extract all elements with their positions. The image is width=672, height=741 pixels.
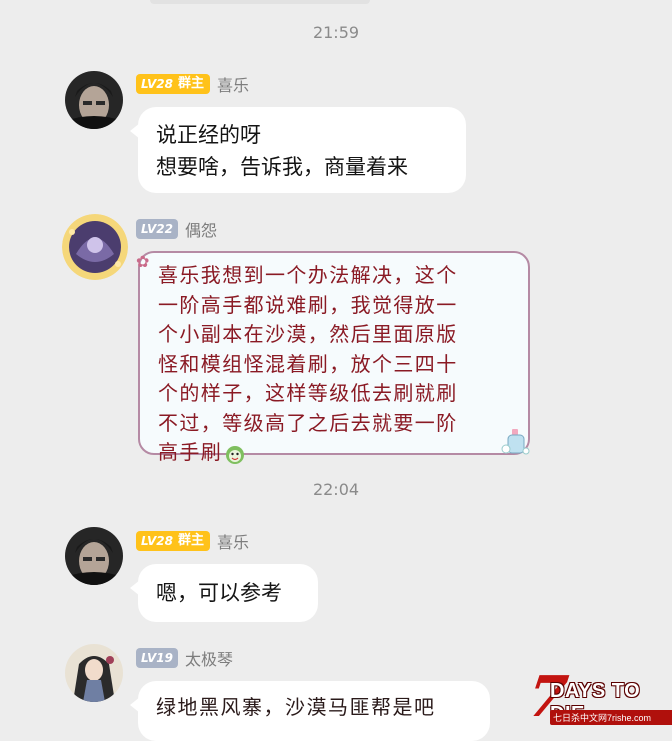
bubble-tail — [130, 123, 140, 139]
message-bubble[interactable]: 嗯，可以参考 — [130, 564, 318, 622]
message-bubble[interactable]: 绿地黑风寨，沙漠马匪帮是吧 — [130, 681, 490, 741]
message-line: 绿地黑风寨，沙漠马匪帮是吧 — [156, 695, 436, 719]
top-scroll-edge — [150, 0, 370, 4]
sender-meta: LV22 偶怨 — [136, 218, 217, 240]
message-line-last: 高手刷 — [158, 438, 514, 468]
sender-name[interactable]: 喜乐 — [217, 529, 249, 553]
message-line: 个小副本在沙漠，然后里面原版 — [158, 322, 458, 346]
group-owner-badge: 群主 — [175, 74, 210, 94]
sender-name[interactable]: 偶怨 — [185, 217, 217, 241]
level-badge: LV28 — [136, 74, 176, 94]
ribbon-icon: ✿ — [136, 252, 151, 271]
level-badge: LV22 — [136, 219, 178, 239]
watermark-url: 七日杀中文网7rishe.com — [550, 710, 672, 725]
bubble-tail — [130, 697, 140, 713]
sender-meta: LV19 太极琴 — [136, 647, 233, 669]
timestamp: 21:59 — [312, 23, 360, 42]
avatar[interactable] — [65, 71, 123, 129]
message-line: 一阶高手都说难刷，我觉得放一 — [158, 292, 458, 317]
sender-name[interactable]: 太极琴 — [185, 646, 233, 670]
timestamp: 22:04 — [312, 480, 360, 499]
sender-meta: LV28 群主 喜乐 — [136, 73, 249, 95]
level-badge: LV19 — [136, 648, 178, 668]
message-line: 嗯，可以参考 — [156, 581, 282, 605]
message-line: 不过，等级高了之后去就要一阶 — [158, 410, 458, 435]
bubble-tail — [130, 580, 140, 596]
avatar[interactable] — [65, 527, 123, 585]
watermark-logo: 7 DAYS TO DIE 七日杀中文网7rishe.com — [523, 664, 672, 737]
sender-meta: LV28 群主 喜乐 — [136, 530, 249, 552]
message-bubble[interactable]: 说正经的呀 想要啥，告诉我，商量着来 — [130, 107, 466, 193]
avatar[interactable] — [62, 214, 128, 280]
dog-emoji-icon — [226, 445, 245, 464]
message-line: 想要啥，告诉我，商量着来 — [156, 155, 408, 179]
sender-name[interactable]: 喜乐 — [217, 72, 249, 96]
message-line: 个的样子，这样等级低去刷就刷 — [158, 381, 458, 405]
group-owner-badge: 群主 — [175, 531, 210, 551]
message-line-text: 高手刷 — [158, 440, 223, 464]
avatar[interactable] — [65, 644, 123, 702]
level-badge: LV28 — [136, 531, 176, 551]
soap-bottle-icon — [501, 429, 530, 455]
message-line: 怪和模组怪混着刷，放个三四十 — [158, 351, 458, 376]
message-line: 说正经的呀 — [156, 123, 261, 147]
message-bubble-decorated[interactable]: ✿ 喜乐我想到一个办法解决，这个 一阶高手都说难刷，我觉得放一 个小副本在沙漠，… — [136, 251, 530, 464]
message-line: 喜乐我想到一个办法解决，这个 — [158, 263, 458, 287]
